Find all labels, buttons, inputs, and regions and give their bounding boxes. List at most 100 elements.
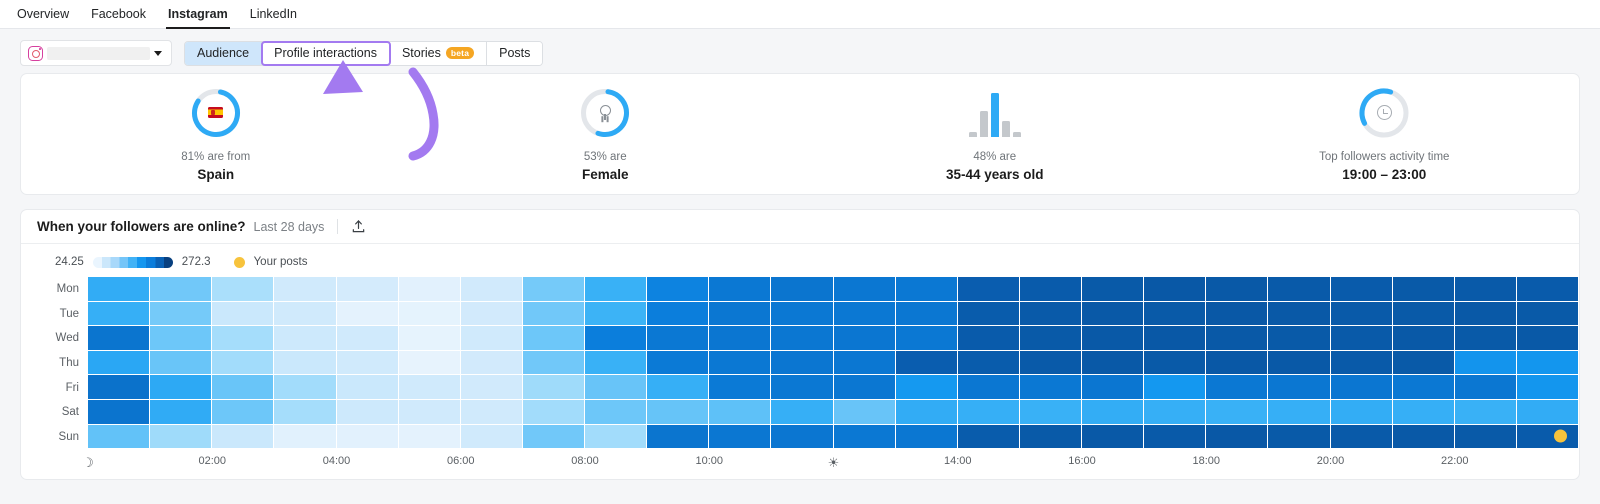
heatmap-cell[interactable] [1268,277,1331,302]
heatmap-cell[interactable] [1330,301,1393,327]
heatmap-cell[interactable] [150,399,213,425]
heatmap-cell[interactable] [1392,301,1455,327]
heatmap-cell[interactable] [88,399,151,425]
heatmap-cell[interactable] [957,326,1020,351]
heatmap-cell[interactable] [212,350,275,376]
heatmap-cell[interactable] [771,375,834,400]
heatmap-cell[interactable] [709,399,772,425]
heatmap-cell[interactable] [833,350,896,376]
heatmap-cell[interactable] [1019,326,1082,351]
heatmap-cell[interactable] [895,277,958,302]
heatmap-cell[interactable] [1330,350,1393,376]
heatmap-cell[interactable] [398,350,461,376]
heatmap-cell[interactable] [1268,375,1331,400]
heatmap-cell[interactable] [398,301,461,327]
heatmap-cell[interactable] [1516,350,1579,376]
heatmap-cell[interactable] [1144,375,1207,400]
heatmap-cell[interactable] [460,375,523,400]
heatmap-cell[interactable] [88,350,151,376]
heatmap-cell[interactable] [585,424,648,450]
heatmap-cell[interactable] [274,424,337,450]
your-post-marker[interactable] [1554,429,1567,443]
heatmap-cell[interactable] [895,424,958,450]
heatmap-cell[interactable] [1206,277,1269,302]
nav-item-overview[interactable]: Overview [17,0,82,29]
heatmap-cell[interactable] [957,301,1020,327]
heatmap-cell[interactable] [150,350,213,376]
heatmap-cell[interactable] [1144,424,1207,450]
heatmap-cell[interactable] [957,399,1020,425]
heatmap-cell[interactable] [1019,375,1082,400]
heatmap-cell[interactable] [895,399,958,425]
heatmap-cell[interactable] [1019,301,1082,327]
heatmap-cell[interactable] [1082,301,1145,327]
heatmap-cell[interactable] [1082,399,1145,425]
heatmap-cell[interactable] [336,424,399,450]
heatmap-cell[interactable] [833,277,896,302]
heatmap-cell[interactable] [1454,424,1517,450]
heatmap-cell[interactable] [647,399,710,425]
heatmap-cell[interactable] [1330,399,1393,425]
heatmap-cell[interactable] [585,399,648,425]
heatmap-cell[interactable] [460,350,523,376]
heatmap-cell[interactable] [1516,277,1579,302]
export-icon[interactable] [351,219,366,234]
heatmap-cell[interactable] [833,424,896,450]
nav-item-instagram[interactable]: Instagram [166,0,241,29]
heatmap-cell[interactable] [460,277,523,302]
heatmap-cell[interactable] [585,326,648,351]
heatmap-cell[interactable] [585,301,648,327]
heatmap-cell[interactable] [522,424,585,450]
heatmap-cell[interactable] [1268,301,1331,327]
heatmap-cell[interactable] [1454,375,1517,400]
heatmap-cell[interactable] [150,326,213,351]
tab-stories[interactable]: Stories beta [389,41,488,65]
heatmap-cell[interactable] [1144,326,1207,351]
heatmap-cell[interactable] [1082,375,1145,400]
heatmap-cell[interactable] [647,301,710,327]
heatmap-cell[interactable] [460,399,523,425]
heatmap-cell[interactable] [1019,350,1082,376]
heatmap-cell[interactable] [336,301,399,327]
heatmap-cell[interactable] [709,301,772,327]
heatmap-cell[interactable] [1516,326,1579,351]
heatmap-cell[interactable] [895,326,958,351]
heatmap-cell[interactable] [460,424,523,450]
heatmap-cell[interactable] [833,399,896,425]
heatmap-cell[interactable] [647,424,710,450]
heatmap-cell[interactable] [957,277,1020,302]
heatmap-cell[interactable] [1144,350,1207,376]
heatmap-cell[interactable] [771,326,834,351]
heatmap-cell[interactable] [398,326,461,351]
heatmap-cell[interactable] [1206,375,1269,400]
heatmap-cell[interactable] [398,277,461,302]
heatmap-cell[interactable] [1392,326,1455,351]
heatmap-cell[interactable] [1268,326,1331,351]
heatmap-cell[interactable] [336,350,399,376]
heatmap-cell[interactable] [212,326,275,351]
heatmap-cell[interactable] [647,326,710,351]
heatmap-cell[interactable] [647,277,710,302]
heatmap-cell[interactable] [274,301,337,327]
heatmap-cell[interactable] [771,399,834,425]
heatmap-cell[interactable] [709,424,772,450]
heatmap-cell[interactable] [336,375,399,400]
heatmap-cell[interactable] [1392,424,1455,450]
heatmap-cell[interactable] [1144,399,1207,425]
heatmap-cell[interactable] [522,301,585,327]
heatmap-cell[interactable] [1082,277,1145,302]
heatmap-cell[interactable] [585,350,648,376]
heatmap-cell[interactable] [771,424,834,450]
heatmap-cell[interactable] [88,326,151,351]
heatmap-cell[interactable] [709,350,772,376]
heatmap-cell[interactable] [1268,350,1331,376]
heatmap-cell[interactable] [1206,350,1269,376]
heatmap-cell[interactable] [1082,326,1145,351]
heatmap-cell[interactable] [1206,326,1269,351]
heatmap-cell[interactable] [1268,399,1331,425]
nav-item-facebook[interactable]: Facebook [91,0,159,29]
heatmap-cell[interactable] [1082,424,1145,450]
heatmap-cell[interactable] [1516,301,1579,327]
heatmap-cell[interactable] [212,301,275,327]
heatmap-cell[interactable] [212,399,275,425]
